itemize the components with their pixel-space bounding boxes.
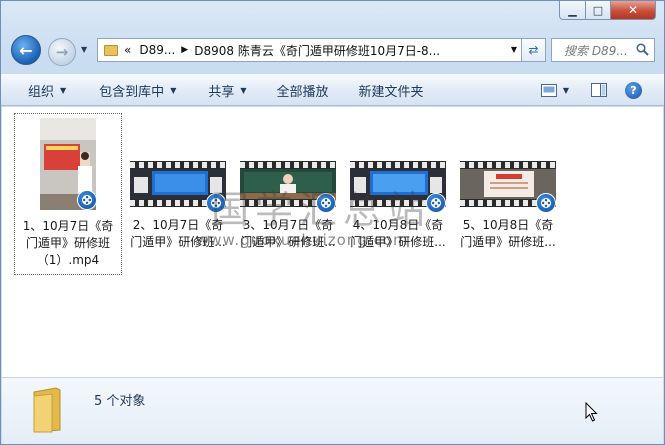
minimize-button[interactable]: ▁	[559, 1, 586, 20]
share-label: 共享	[208, 84, 235, 100]
file-item[interactable]: 5、10月8日《奇门遁甲》研修班...	[454, 113, 562, 275]
dropdown-arrow-icon: ▼	[240, 85, 247, 95]
media-badge	[77, 190, 97, 210]
help-icon: ?	[625, 81, 642, 99]
folder-icon	[33, 387, 61, 433]
play-all-label: 全部播放	[276, 84, 329, 100]
new-folder-label: 新建文件夹	[358, 84, 424, 100]
explorer-window: ▁ □ ✕ ← → ▼ « D89... ▶ D8908 陈青云《奇门遁甲研修班…	[0, 0, 665, 445]
media-badge	[536, 193, 556, 213]
details-pane: 5 个对象	[2, 377, 663, 444]
breadcrumb-parent[interactable]: D89...	[139, 43, 175, 57]
refresh-icon: ⇄	[528, 43, 539, 57]
command-toolbar: 组织 ▼ 包含到库中 ▼ 共享 ▼ 全部播放 新建文件夹 ▼ ?	[1, 74, 664, 106]
search-icon[interactable]	[636, 43, 649, 56]
recent-pages-dropdown[interactable]: ▼	[81, 45, 87, 54]
search-placeholder: 搜索 D89...	[564, 43, 628, 58]
play-all-button[interactable]: 全部播放	[277, 75, 329, 105]
address-dropdown-icon[interactable]: ▼	[511, 45, 517, 54]
file-name: 5、10月8日《奇门遁甲》研修班...	[460, 218, 556, 249]
preview-pane-button[interactable]	[591, 83, 607, 97]
navigation-bar: ← → ▼ « D89... ▶ D8908 陈青云《奇门遁甲研修班10月7日-…	[1, 29, 664, 71]
folder-icon	[104, 44, 118, 56]
change-view-button[interactable]: ▼	[540, 83, 569, 97]
film-reel-icon	[541, 198, 551, 208]
address-overflow[interactable]: «	[124, 43, 131, 57]
address-bar[interactable]: « D89... ▶ D8908 陈青云《奇门遁甲研修班10月7日-8... ▼	[97, 38, 522, 62]
organize-menu[interactable]: 组织 ▼	[28, 75, 66, 105]
dropdown-arrow-icon: ▼	[562, 85, 569, 95]
file-name: 1、10月7日《奇门遁甲》研修班（1）.mp4	[22, 219, 114, 267]
caption-buttons: ▁ □ ✕	[559, 1, 656, 20]
back-button[interactable]: ←	[11, 35, 41, 65]
new-folder-button[interactable]: 新建文件夹	[359, 75, 424, 105]
organize-label: 组织	[28, 84, 55, 100]
refresh-button[interactable]: ⇄	[522, 38, 546, 62]
help-button[interactable]: ?	[625, 81, 642, 99]
maximize-button[interactable]: □	[586, 1, 611, 20]
item-count: 5 个对象	[94, 394, 146, 409]
watermark-url: www.guoxuehuizong.com	[196, 231, 409, 249]
film-reel-icon	[82, 195, 92, 205]
forward-button[interactable]: →	[48, 38, 76, 66]
arrow-right-icon: →	[55, 43, 69, 61]
watermark-logo: 国学汇总站	[211, 188, 432, 232]
film-reel-icon	[431, 198, 441, 208]
include-in-library-menu[interactable]: 包含到库中 ▼	[99, 75, 176, 105]
include-in-library-label: 包含到库中	[99, 84, 165, 100]
file-item[interactable]: 1、10月7日《奇门遁甲》研修班（1）.mp4	[14, 113, 122, 275]
arrow-left-icon: ←	[19, 40, 33, 60]
toolbar-right-group: ▼ ?	[529, 75, 664, 105]
dropdown-arrow-icon: ▼	[170, 85, 177, 95]
close-button[interactable]: ✕	[611, 1, 656, 20]
breadcrumb-separator-icon[interactable]: ▶	[181, 45, 188, 55]
share-menu[interactable]: 共享 ▼	[208, 75, 246, 105]
breadcrumb-current[interactable]: D8908 陈青云《奇门遁甲研修班10月7日-8...	[194, 42, 440, 59]
preview-pane-icon	[591, 83, 607, 97]
search-input[interactable]: 搜索 D89...	[551, 38, 655, 62]
view-options-icon	[540, 83, 557, 97]
dropdown-arrow-icon: ▼	[60, 85, 67, 95]
mouse-cursor-icon	[585, 402, 598, 422]
